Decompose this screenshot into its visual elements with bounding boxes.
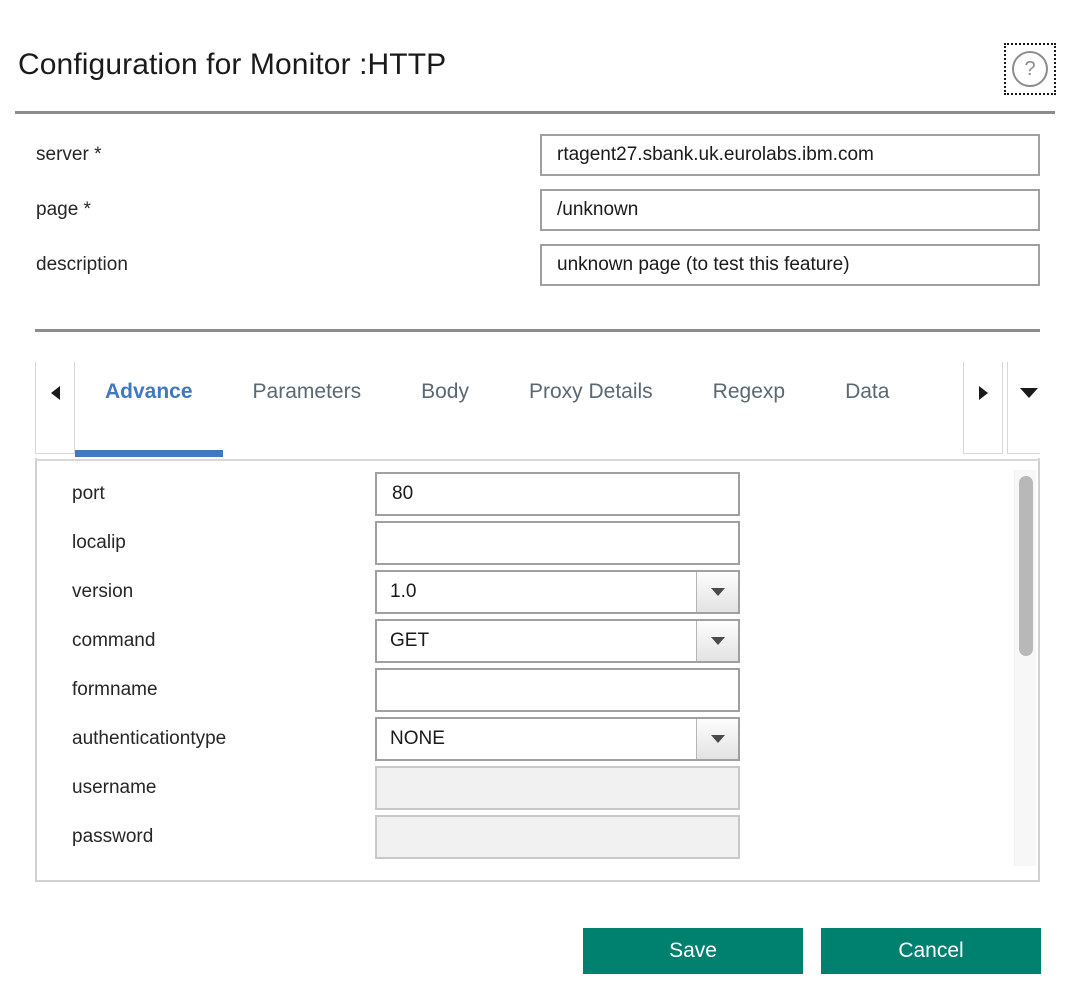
version-select[interactable]: 1.0 — [375, 570, 740, 614]
triangle-left-icon — [50, 386, 60, 400]
description-input[interactable] — [540, 244, 1040, 286]
caret-down-icon — [710, 588, 725, 596]
dialog-header: Configuration for Monitor :HTTP ? — [0, 0, 1072, 112]
label-authenticationtype: authenticationtype — [72, 728, 227, 749]
form-row-server: server * — [0, 130, 1072, 185]
username-input — [375, 766, 740, 810]
tab-body[interactable]: Body — [391, 362, 499, 462]
password-input — [375, 815, 740, 859]
help-button[interactable]: ? — [1004, 43, 1056, 95]
localip-input[interactable] — [375, 521, 740, 565]
panel-row-formname: formname — [37, 666, 1002, 715]
version-select-value: 1.0 — [390, 581, 417, 602]
section-divider — [35, 329, 1040, 332]
top-form: server * page * description — [0, 130, 1072, 295]
panel-row-username: username — [37, 764, 1002, 813]
panel-row-version: version 1.0 — [37, 568, 1002, 617]
tab-strip: Advance Parameters Body Proxy Details Re… — [75, 362, 963, 466]
label-username: username — [72, 777, 157, 798]
label-localip: localip — [72, 532, 126, 553]
authenticationtype-select-value: NONE — [390, 728, 445, 749]
panel-row-authenticationtype: authenticationtype NONE — [37, 715, 1002, 764]
tab-overflow-menu-button[interactable] — [1007, 362, 1040, 454]
panel-fields: port localip version 1.0 — [37, 470, 1002, 862]
tab-advance[interactable]: Advance — [75, 362, 223, 462]
tab-scroll-left-button[interactable] — [35, 362, 75, 454]
tab-bar-baseline — [35, 459, 1040, 461]
command-select-arrow[interactable] — [696, 621, 738, 661]
label-server: server * — [36, 144, 102, 165]
question-mark-icon: ? — [1012, 51, 1048, 87]
form-row-page: page * — [0, 185, 1072, 240]
version-select-arrow[interactable] — [696, 572, 738, 612]
command-select[interactable]: GET — [375, 619, 740, 663]
label-port: port — [72, 483, 105, 504]
server-input[interactable] — [540, 134, 1040, 176]
dialog-footer: Save Cancel — [0, 920, 1072, 990]
formname-input[interactable] — [375, 668, 740, 712]
label-description: description — [36, 254, 128, 275]
authenticationtype-select[interactable]: NONE — [375, 717, 740, 761]
port-input[interactable] — [375, 472, 740, 516]
label-version: version — [72, 581, 134, 602]
vertical-scrollbar[interactable] — [1014, 470, 1036, 866]
cancel-button[interactable]: Cancel — [821, 928, 1041, 974]
triangle-right-icon — [978, 386, 988, 400]
tab-bar: Advance Parameters Body Proxy Details Re… — [35, 362, 1040, 466]
panel-row-command: command GET — [37, 617, 1002, 666]
panel-row-port: port — [37, 470, 1002, 519]
panel-row-password: password — [37, 813, 1002, 862]
authenticationtype-select-arrow[interactable] — [696, 719, 738, 759]
chevron-down-icon — [1020, 388, 1038, 398]
label-page: page * — [36, 199, 91, 220]
tab-parameters[interactable]: Parameters — [223, 362, 392, 462]
tab-scroll-right-button[interactable] — [963, 362, 1003, 454]
save-button[interactable]: Save — [583, 928, 803, 974]
panel-row-localip: localip — [37, 519, 1002, 568]
label-password: password — [72, 826, 154, 847]
label-command: command — [72, 630, 156, 651]
configuration-dialog: Configuration for Monitor :HTTP ? server… — [0, 0, 1072, 990]
header-divider — [15, 111, 1055, 114]
panel-scroll-area: port localip version 1.0 — [37, 458, 1038, 878]
tab-data[interactable]: Data — [815, 362, 919, 462]
tab-panel-advance: port localip version 1.0 — [35, 458, 1040, 882]
caret-down-icon — [710, 735, 725, 743]
form-row-description: description — [0, 240, 1072, 295]
tab-container: Advance Parameters Body Proxy Details Re… — [35, 362, 1040, 882]
tab-regexp[interactable]: Regexp — [683, 362, 815, 462]
page-input[interactable] — [540, 189, 1040, 231]
tab-list: Advance Parameters Body Proxy Details Re… — [75, 362, 919, 466]
vertical-scrollbar-thumb[interactable] — [1019, 476, 1033, 656]
caret-down-icon — [710, 637, 725, 645]
page-title: Configuration for Monitor :HTTP — [18, 48, 447, 81]
command-select-value: GET — [390, 630, 430, 651]
label-formname: formname — [72, 679, 158, 700]
tab-proxy-details[interactable]: Proxy Details — [499, 362, 683, 462]
